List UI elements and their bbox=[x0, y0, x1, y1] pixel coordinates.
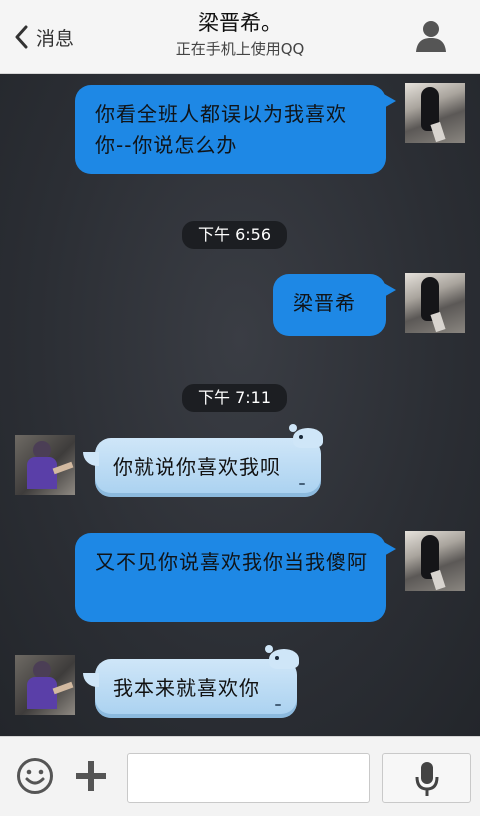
input-bar bbox=[0, 736, 480, 816]
contact-name: 梁晋希。 bbox=[198, 11, 282, 35]
more-options-button[interactable] bbox=[73, 757, 109, 795]
microphone-icon bbox=[415, 762, 439, 796]
message-bubble-incoming[interactable]: 你就说你喜欢我呗 bbox=[83, 424, 323, 497]
title-block: 梁晋希。 正在手机上使用QQ bbox=[110, 8, 370, 60]
contact-avatar[interactable] bbox=[15, 655, 75, 715]
message-bubble-incoming[interactable]: 我本来就喜欢你 bbox=[83, 645, 299, 718]
message-text: 你就说你喜欢我呗 bbox=[113, 455, 281, 479]
message-bubble-outgoing[interactable]: 又不见你说喜欢我你当我傻阿 bbox=[75, 533, 396, 622]
message-input[interactable] bbox=[127, 753, 370, 803]
message-list[interactable]: 你看全班人都误以为我喜欢你--你说怎么办 下午 6:56 梁晋希 下午 7:11… bbox=[0, 74, 480, 736]
emoji-button[interactable] bbox=[16, 757, 54, 795]
chevron-left-icon bbox=[15, 25, 28, 49]
voice-button[interactable] bbox=[382, 753, 471, 803]
timestamp-label: 下午 7:11 bbox=[182, 384, 288, 412]
person-icon bbox=[416, 21, 446, 52]
bubble-decoration bbox=[265, 645, 299, 669]
message-bubble-outgoing[interactable]: 梁晋希 bbox=[273, 274, 396, 336]
chat-header: 消息 梁晋希。 正在手机上使用QQ bbox=[0, 0, 480, 74]
contact-status: 正在手机上使用QQ bbox=[175, 40, 305, 58]
contact-avatar[interactable] bbox=[15, 435, 75, 495]
bubble-decoration bbox=[289, 424, 323, 448]
timestamp-label: 下午 6:56 bbox=[182, 221, 288, 249]
message-text: 我本来就喜欢你 bbox=[113, 676, 260, 700]
smiley-icon bbox=[17, 758, 53, 794]
back-label: 消息 bbox=[36, 27, 75, 50]
profile-button[interactable] bbox=[414, 19, 448, 53]
back-button[interactable]: 消息 bbox=[14, 20, 74, 54]
plus-icon bbox=[76, 761, 106, 791]
my-avatar[interactable] bbox=[405, 83, 465, 143]
my-avatar[interactable] bbox=[405, 531, 465, 591]
my-avatar[interactable] bbox=[405, 273, 465, 333]
message-bubble-outgoing[interactable]: 你看全班人都误以为我喜欢你--你说怎么办 bbox=[75, 85, 396, 174]
